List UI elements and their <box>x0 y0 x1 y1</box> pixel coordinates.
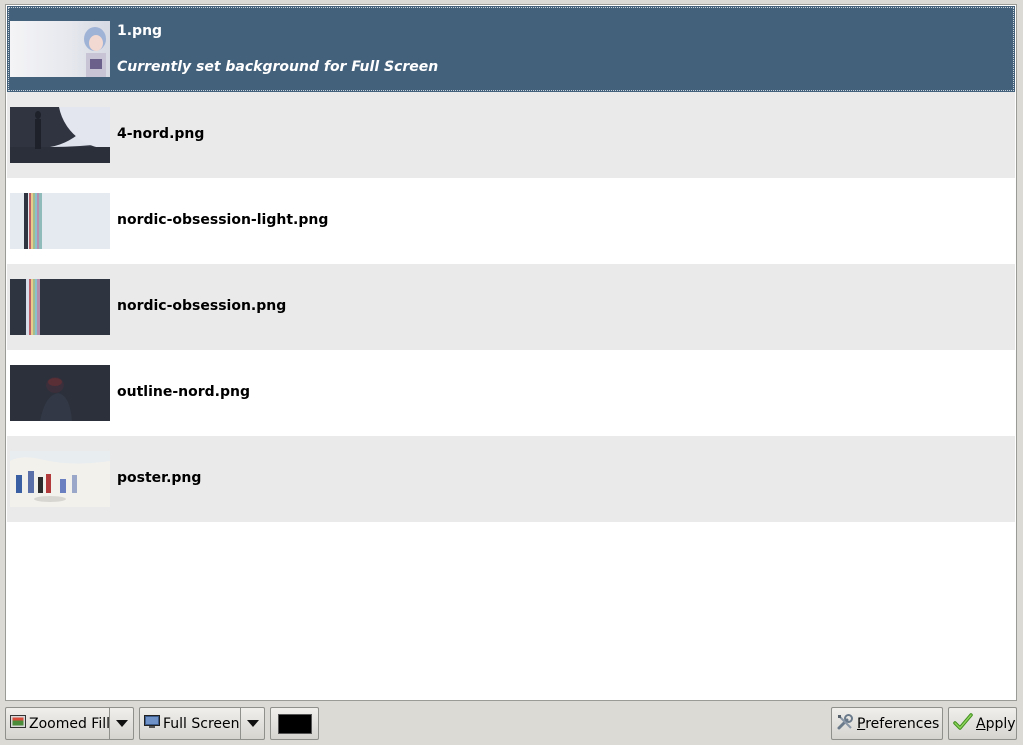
wallpaper-thumbnail <box>10 451 110 507</box>
background-color-button[interactable] <box>270 707 319 740</box>
preferences-label: Preferences <box>857 715 940 732</box>
wallpaper-thumbnail <box>10 193 110 249</box>
zoom-mode-combo[interactable]: Zoomed Fill <box>5 707 134 740</box>
wallpaper-thumbnail <box>10 107 110 163</box>
item-filename: 1.png <box>117 23 163 39</box>
apply-button[interactable]: Apply <box>948 707 1017 740</box>
monitor-dropdown[interactable] <box>240 708 264 739</box>
wallpaper-thumbnail <box>10 21 110 77</box>
picture-icon <box>10 714 26 733</box>
preferences-button[interactable]: Preferences <box>831 707 943 740</box>
item-status-text: Currently set background for Full Screen <box>117 59 439 75</box>
monitor-combo[interactable]: Full Screen <box>139 707 265 740</box>
checkmark-icon <box>953 712 973 735</box>
zoom-mode-dropdown[interactable] <box>109 708 133 739</box>
list-item[interactable]: 4-nord.png <box>7 92 1015 178</box>
item-filename: poster.png <box>117 470 202 486</box>
color-swatch <box>277 713 312 734</box>
list-item[interactable]: nordic-obsession.png <box>7 264 1015 350</box>
item-filename: 4-nord.png <box>117 126 205 142</box>
wallpaper-thumbnail <box>10 365 110 421</box>
chevron-down-icon <box>246 720 259 727</box>
apply-label: Apply <box>976 715 1016 732</box>
monitor-value: Full Screen <box>163 715 240 732</box>
list-item[interactable]: poster.png <box>7 436 1015 522</box>
chevron-down-icon <box>115 720 128 727</box>
wrench-screwdriver-icon <box>836 713 854 735</box>
item-filename: outline-nord.png <box>117 384 250 400</box>
item-filename: nordic-obsession.png <box>117 298 287 314</box>
list-item[interactable]: 1.png Currently set background for Full … <box>7 6 1015 92</box>
item-filename: nordic-obsession-light.png <box>117 212 329 228</box>
monitor-icon <box>144 714 160 733</box>
zoom-mode-value: Zoomed Fill <box>29 715 111 732</box>
list-item[interactable]: outline-nord.png <box>7 350 1015 436</box>
list-item[interactable]: nordic-obsession-light.png <box>7 178 1015 264</box>
wallpaper-list[interactable]: 1.png Currently set background for Full … <box>5 4 1017 701</box>
wallpaper-thumbnail <box>10 279 110 335</box>
